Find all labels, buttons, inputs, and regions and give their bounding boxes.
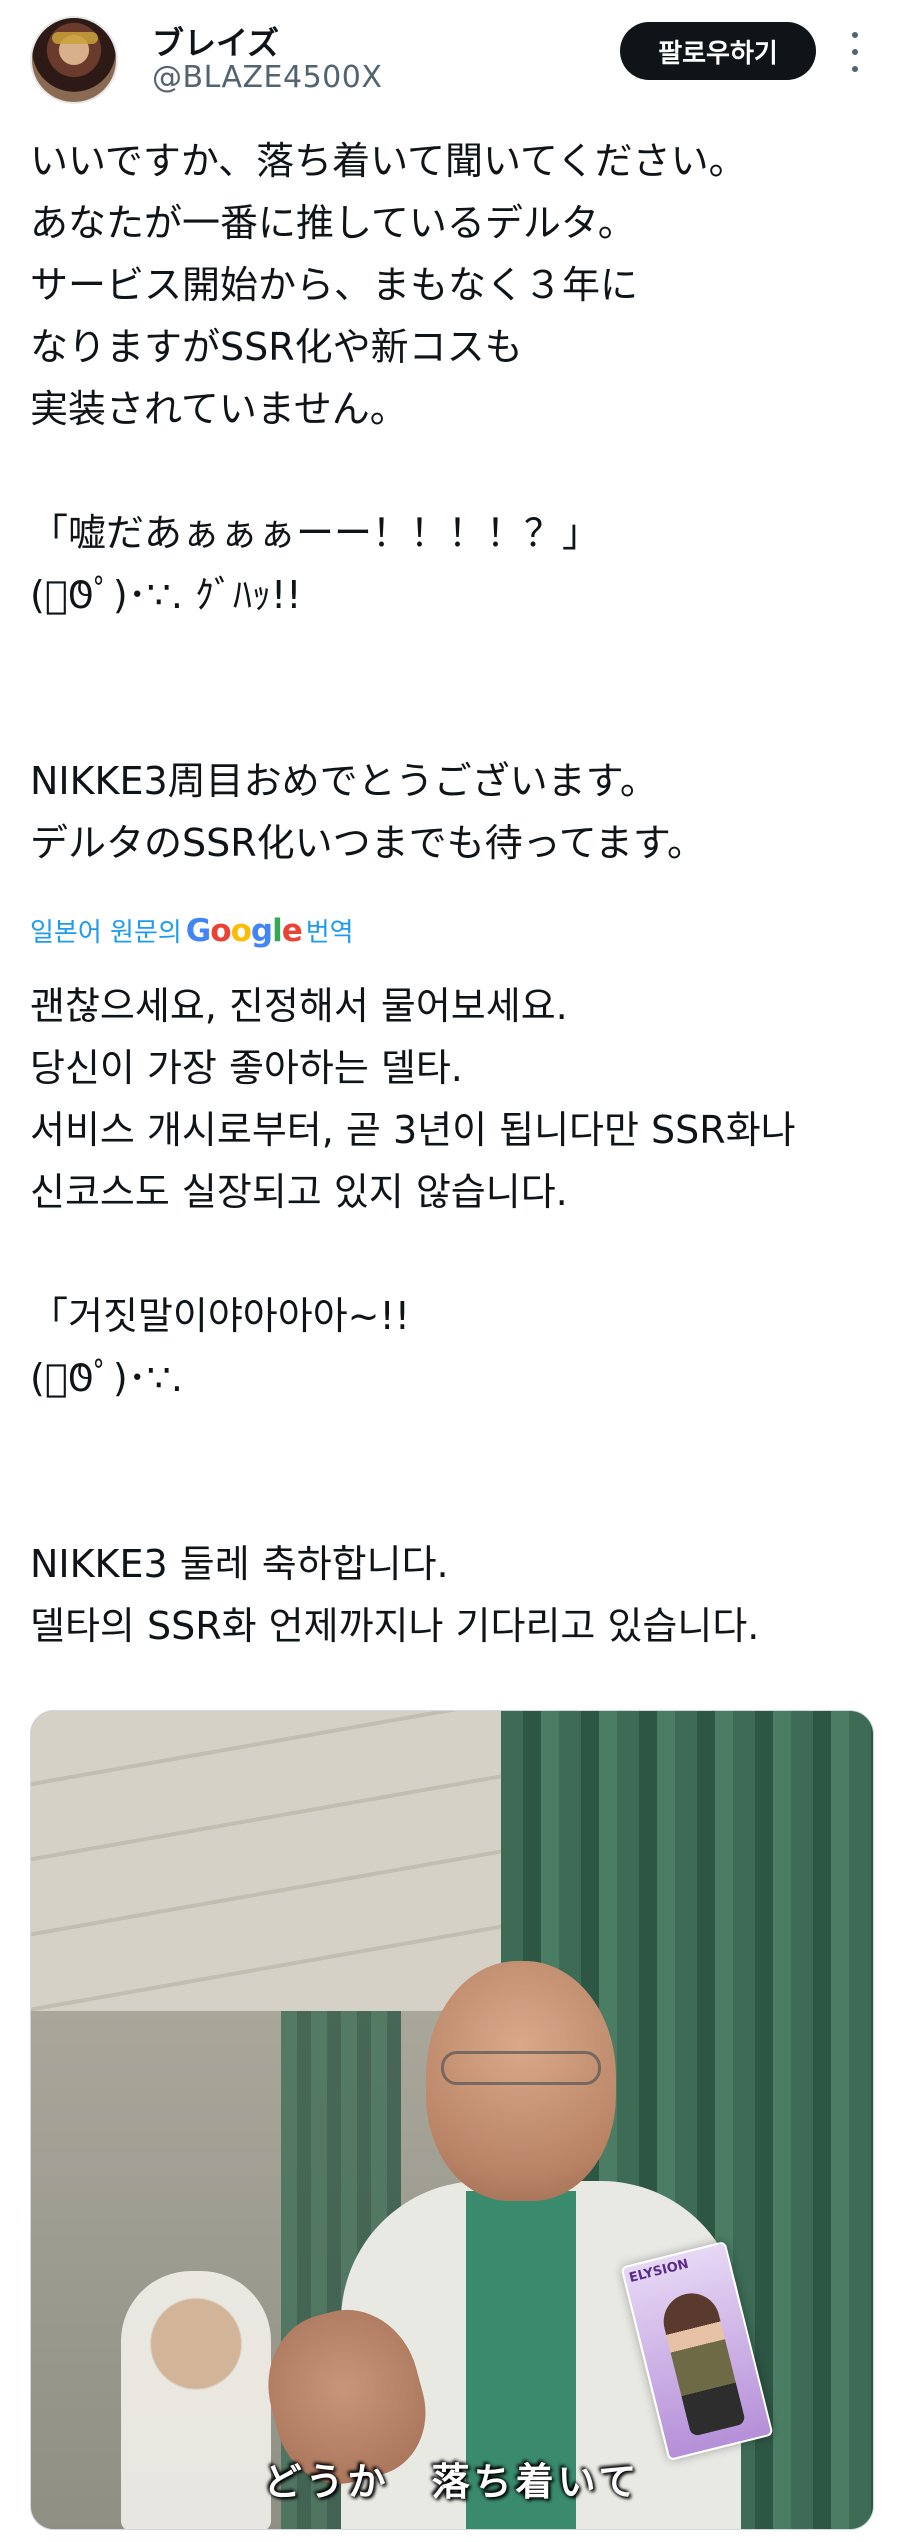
follow-button[interactable]: 팔로우하기	[620, 22, 816, 80]
translation-line: 「거짓말이야아아아~!!	[30, 1294, 410, 1338]
avatar[interactable]	[30, 16, 118, 104]
translation-prefix: 일본어 원문의	[30, 918, 182, 948]
tweet-text: いいですか、落ち着いて聞いてください。 あなたが一番に推しているデルタ。 サービ…	[30, 130, 880, 874]
translation-line: NIKKE3 둘레 축하합니다.	[30, 1542, 449, 1586]
translation-suffix: 번역	[305, 918, 354, 948]
image-glasses	[441, 2051, 601, 2085]
translation-line: 괜찮으세요, 진정해서 물어보세요.	[30, 984, 568, 1028]
tweet-line: (ﾟ𐐃ﾟ)･∵. ｸﾞﾊｯ!!	[30, 573, 302, 617]
tweet-image[interactable]: ELYSION どうか 落ち着いて	[30, 1710, 874, 2530]
translation-line: 델타의 SSR화 언제까지나 기다리고 있습니다.	[30, 1604, 760, 1648]
tweet-line: なりますがSSR化や新コスも	[30, 325, 523, 369]
tweet-line: 実装されていません。	[30, 387, 408, 431]
translation-blank-line	[30, 1409, 880, 1471]
tweet-line: あなたが一番に推しているデルタ。	[30, 201, 636, 245]
translation-blank-line	[30, 1223, 880, 1285]
google-logo: Google	[185, 913, 303, 949]
tweet-line: いいですか、落ち着いて聞いてください。	[30, 139, 747, 183]
translation-line: 서비스 개시로부터, 곧 3년이 됩니다만 SSR화나	[30, 1108, 796, 1152]
image-subtitle: どうか 落ち着いて	[263, 2460, 641, 2504]
display-name[interactable]: ブレイズ	[152, 18, 279, 64]
tweet-line: デルタのSSR化いつまでも待ってます。	[30, 821, 706, 865]
card-character	[657, 2287, 746, 2437]
translation-line: 신코스도 실장되고 있지 않습니다.	[30, 1170, 568, 1214]
user-handle[interactable]: @BLAZE4500X	[152, 60, 382, 95]
translated-text: 괜찮으세요, 진정해서 물어보세요. 당신이 가장 좋아하는 델타. 서비스 개…	[30, 975, 880, 1657]
tweet-line: 「嘘だあぁぁぁーー！！！！？」	[30, 511, 601, 555]
translation-attribution[interactable]: 일본어 원문의 Google 번역	[30, 912, 354, 949]
translation-blank-line	[30, 1471, 880, 1533]
tweet-line: サービス開始から、まもなく３年に	[30, 263, 639, 307]
translation-line: 당신이 가장 좋아하는 델타.	[30, 1046, 463, 1090]
tweet-header: ブレイズ @BLAZE4500X 팔로우하기	[0, 0, 900, 112]
translation-line: (ﾟ𐐃ﾟ)･∵.	[30, 1356, 183, 1400]
tweet-line: NIKKE3周目おめでとうございます。	[30, 759, 658, 803]
more-vertical-icon[interactable]	[840, 32, 870, 72]
